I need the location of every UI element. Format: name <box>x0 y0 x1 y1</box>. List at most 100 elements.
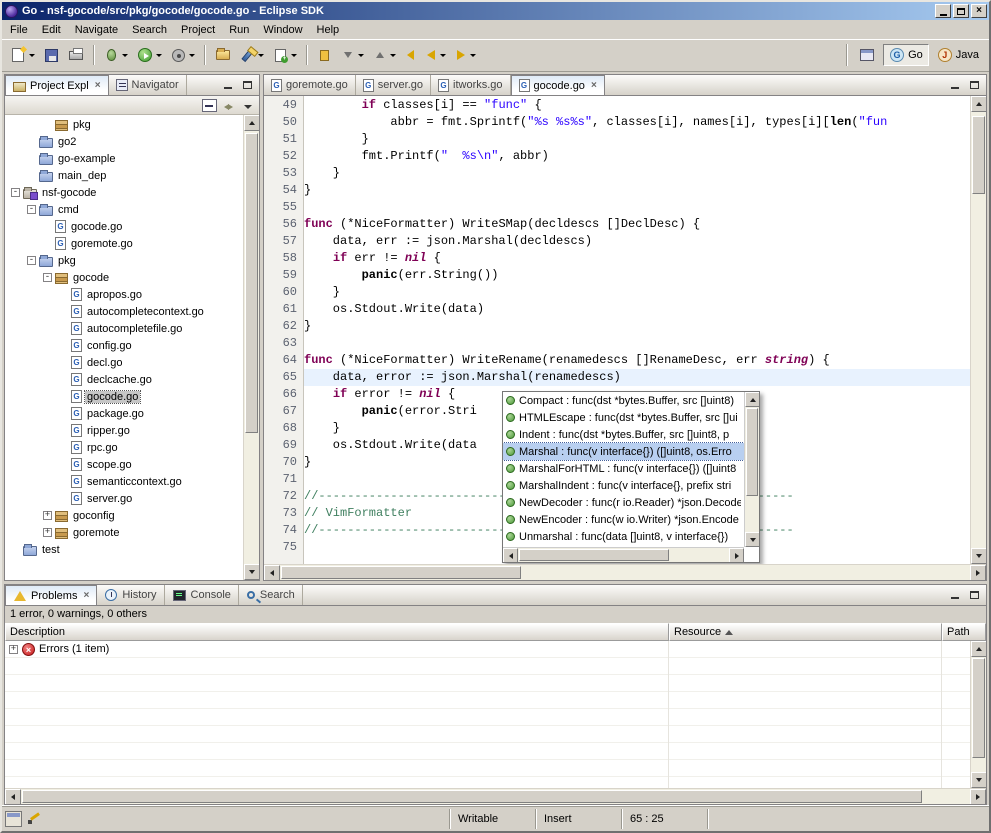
tree-item-server-go[interactable]: server.go <box>5 490 243 507</box>
minimize-button[interactable] <box>935 4 951 18</box>
scrollbar-thumb[interactable] <box>972 116 985 194</box>
expand-icon[interactable]: + <box>43 528 52 537</box>
previous-annotation-button[interactable] <box>369 44 400 66</box>
link-with-editor-icon[interactable] <box>221 99 236 112</box>
close-button[interactable]: × <box>971 4 987 18</box>
minimize-view-button[interactable] <box>220 78 236 92</box>
problems-row-errors-1-item[interactable]: +Errors (1 item) <box>5 641 970 658</box>
scroll-up-icon[interactable] <box>971 641 986 657</box>
expand-icon[interactable]: + <box>43 511 52 520</box>
open-resource-button[interactable] <box>211 43 235 67</box>
tree-item-gocode-go[interactable]: gocode.go <box>5 388 243 405</box>
menu-file[interactable]: File <box>3 22 35 38</box>
scrollbar-thumb[interactable] <box>519 549 669 561</box>
editor-vscroll[interactable] <box>970 96 986 564</box>
collapse-icon[interactable]: - <box>43 273 52 282</box>
editor-tab-gocode-go[interactable]: gocode.go× <box>511 75 605 95</box>
run-button[interactable] <box>133 43 166 67</box>
new-wizard-button[interactable] <box>6 43 39 67</box>
maximize-button[interactable] <box>953 4 969 18</box>
scrollbar-thumb[interactable] <box>22 790 922 803</box>
maximize-view-button[interactable] <box>966 78 982 92</box>
scrollbar-thumb[interactable] <box>245 133 258 433</box>
tree-item-goremote[interactable]: +goremote <box>5 524 243 541</box>
external-tools-button[interactable] <box>167 44 199 67</box>
maximize-view-button[interactable] <box>966 588 982 602</box>
editor-tab-server-go[interactable]: server.go <box>356 75 431 95</box>
tree-item-gocode-go[interactable]: gocode.go <box>5 218 243 235</box>
mark-occurrences-button[interactable] <box>313 44 336 67</box>
debug-button[interactable] <box>100 43 132 67</box>
completion-item[interactable]: NewDecoder : func(r io.Reader) *json.Dec… <box>503 494 744 511</box>
completion-item[interactable]: Compact : func(dst *bytes.Buffer, src []… <box>503 392 744 409</box>
perspective-java[interactable]: Java <box>931 44 985 66</box>
scroll-left-icon[interactable] <box>264 565 280 581</box>
edit-marker-icon[interactable] <box>26 811 43 827</box>
menu-navigate[interactable]: Navigate <box>68 22 125 38</box>
tree-item-package-go[interactable]: package.go <box>5 405 243 422</box>
scroll-up-icon[interactable] <box>745 392 760 407</box>
perspective-go[interactable]: Go <box>883 44 929 66</box>
collapse-icon[interactable]: - <box>11 188 20 197</box>
view-tab-history[interactable]: History <box>97 585 164 605</box>
forward-button[interactable] <box>451 42 480 68</box>
menu-search[interactable]: Search <box>125 22 174 38</box>
editor-tab-itworks-go[interactable]: itworks.go <box>431 75 511 95</box>
completion-item[interactable]: Marshal : func(v interface{}) ([]uint8, … <box>503 443 744 460</box>
tree-item-declcache-go[interactable]: declcache.go <box>5 371 243 388</box>
column-header-resource[interactable]: Resource <box>669 623 942 641</box>
scroll-up-icon[interactable] <box>244 115 259 131</box>
tree-item-cmd[interactable]: -cmd <box>5 201 243 218</box>
column-header-description[interactable]: Description <box>5 623 669 641</box>
tree-item-go-example[interactable]: go-example <box>5 150 243 167</box>
problems-vscroll[interactable] <box>970 641 986 788</box>
view-menu-icon[interactable] <box>240 99 255 112</box>
completion-item[interactable]: NewEncoder : func(w io.Writer) *json.Enc… <box>503 511 744 528</box>
collapse-all-icon[interactable] <box>202 99 217 112</box>
tree-item-goremote-go[interactable]: goremote.go <box>5 235 243 252</box>
next-annotation-button[interactable] <box>337 44 368 66</box>
expand-icon[interactable]: + <box>9 645 18 654</box>
tree-item-scope-go[interactable]: scope.go <box>5 456 243 473</box>
explorer-scrollbar[interactable] <box>243 115 259 580</box>
print-button[interactable] <box>64 43 88 68</box>
scroll-right-icon[interactable] <box>970 789 986 804</box>
popup-vscroll[interactable] <box>744 392 759 547</box>
tree-item-nsf-gocode[interactable]: -nsf-gocode <box>5 184 243 201</box>
scrollbar-thumb[interactable] <box>281 566 521 579</box>
new-element-button[interactable] <box>269 44 301 67</box>
scroll-right-icon[interactable] <box>970 565 986 581</box>
tree-item-config-go[interactable]: config.go <box>5 337 243 354</box>
view-tab-search[interactable]: Search <box>239 585 303 605</box>
completion-item[interactable]: HTMLEscape : func(dst *bytes.Buffer, src… <box>503 409 744 426</box>
close-icon[interactable]: × <box>81 590 89 601</box>
tree-item-rpc-go[interactable]: rpc.go <box>5 439 243 456</box>
tree-item-autocompletecontext-go[interactable]: autocompletecontext.go <box>5 303 243 320</box>
scroll-up-icon[interactable] <box>971 96 986 112</box>
tree-item-apropos-go[interactable]: apropos.go <box>5 286 243 303</box>
tree-item-ripper-go[interactable]: ripper.go <box>5 422 243 439</box>
view-tab-project-expl[interactable]: Project Expl× <box>5 75 109 95</box>
scrollbar-thumb[interactable] <box>972 658 985 758</box>
title-bar[interactable]: Go - nsf-gocode/src/pkg/gocode/gocode.go… <box>2 2 989 20</box>
menu-edit[interactable]: Edit <box>35 22 68 38</box>
search-button[interactable] <box>236 44 268 67</box>
minimize-view-button[interactable] <box>947 78 963 92</box>
scroll-down-icon[interactable] <box>244 564 259 580</box>
tree-item-main-dep[interactable]: main_dep <box>5 167 243 184</box>
tree-item-pkg[interactable]: -pkg <box>5 252 243 269</box>
menu-help[interactable]: Help <box>310 22 347 38</box>
tree-item-decl-go[interactable]: decl.go <box>5 354 243 371</box>
tree-item-pkg[interactable]: pkg <box>5 116 243 133</box>
tree-item-semanticcontext-go[interactable]: semanticcontext.go <box>5 473 243 490</box>
menu-project[interactable]: Project <box>174 22 222 38</box>
scrollbar-thumb[interactable] <box>746 408 758 496</box>
menu-window[interactable]: Window <box>256 22 309 38</box>
tree-item-gocode[interactable]: -gocode <box>5 269 243 286</box>
collapse-icon[interactable]: - <box>27 256 36 265</box>
collapse-icon[interactable]: - <box>27 205 36 214</box>
completion-item[interactable]: Indent : func(dst *bytes.Buffer, src []u… <box>503 426 744 443</box>
tree-item-autocompletefile-go[interactable]: autocompletefile.go <box>5 320 243 337</box>
completion-item[interactable]: Unmarshal : func(data []uint8, v interfa… <box>503 528 744 545</box>
close-icon[interactable]: × <box>93 80 101 91</box>
